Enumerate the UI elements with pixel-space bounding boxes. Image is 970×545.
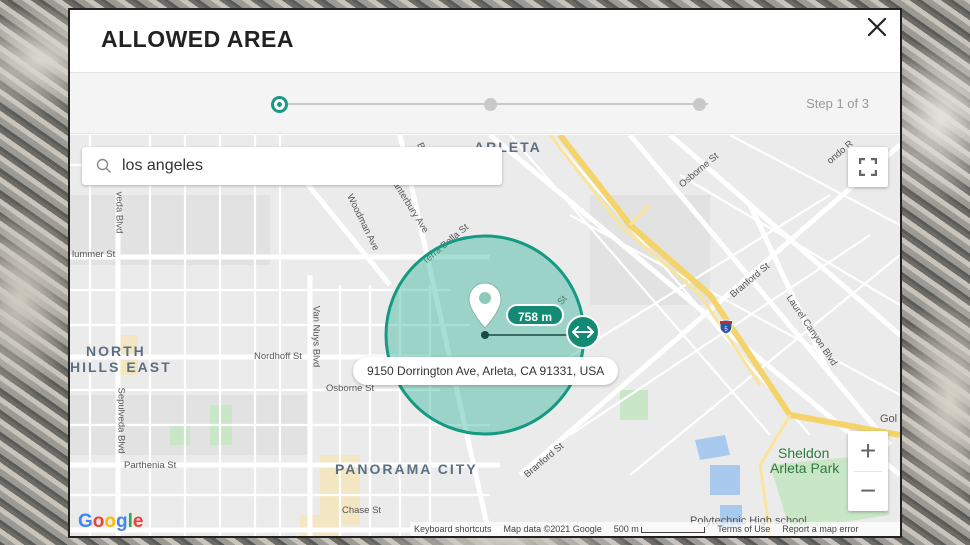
map-attribution: Keyboard shortcuts Map data ©2021 Google… bbox=[410, 522, 900, 536]
map-view[interactable]: ARLETA NORTH HILLS EAST PANORAMA CITY Sh… bbox=[70, 135, 900, 538]
zoom-controls: + − bbox=[848, 431, 888, 511]
step-2-dot bbox=[484, 98, 497, 111]
step-line bbox=[288, 103, 708, 105]
fullscreen-button[interactable] bbox=[848, 147, 888, 187]
step-3-dot bbox=[693, 98, 706, 111]
location-search[interactable] bbox=[82, 147, 502, 185]
modal-header: ALLOWED AREA bbox=[70, 10, 900, 73]
map-data-text: Map data ©2021 Google bbox=[503, 524, 602, 534]
google-logo: Google bbox=[78, 511, 144, 532]
allowed-area-modal: ALLOWED AREA Step 1 of 3 ARLETA NORTH HI… bbox=[68, 8, 902, 538]
radius-distance-badge: 758 m bbox=[506, 304, 565, 326]
allowed-area-circle[interactable] bbox=[70, 135, 900, 538]
scale-indicator: 500 m bbox=[614, 524, 706, 534]
search-input[interactable] bbox=[122, 155, 482, 177]
location-pin-icon[interactable] bbox=[467, 281, 503, 331]
double-arrow-icon bbox=[572, 326, 594, 338]
keyboard-shortcuts-link[interactable]: Keyboard shortcuts bbox=[414, 524, 492, 534]
search-icon bbox=[96, 158, 111, 173]
step-1-dot bbox=[271, 96, 288, 113]
modal-title: ALLOWED AREA bbox=[101, 26, 294, 52]
step-label: Step 1 of 3 bbox=[806, 96, 869, 111]
radius-resize-handle[interactable] bbox=[566, 315, 600, 349]
zoom-in-button[interactable]: + bbox=[848, 431, 888, 471]
address-tooltip: 9150 Dorrington Ave, Arleta, CA 91331, U… bbox=[353, 357, 619, 385]
report-error-link[interactable]: Report a map error bbox=[782, 524, 858, 534]
fullscreen-icon bbox=[859, 158, 877, 176]
zoom-out-button[interactable]: − bbox=[848, 471, 888, 511]
close-icon[interactable] bbox=[864, 14, 890, 40]
step-indicator: Step 1 of 3 bbox=[70, 73, 900, 134]
terms-link[interactable]: Terms of Use bbox=[717, 524, 770, 534]
